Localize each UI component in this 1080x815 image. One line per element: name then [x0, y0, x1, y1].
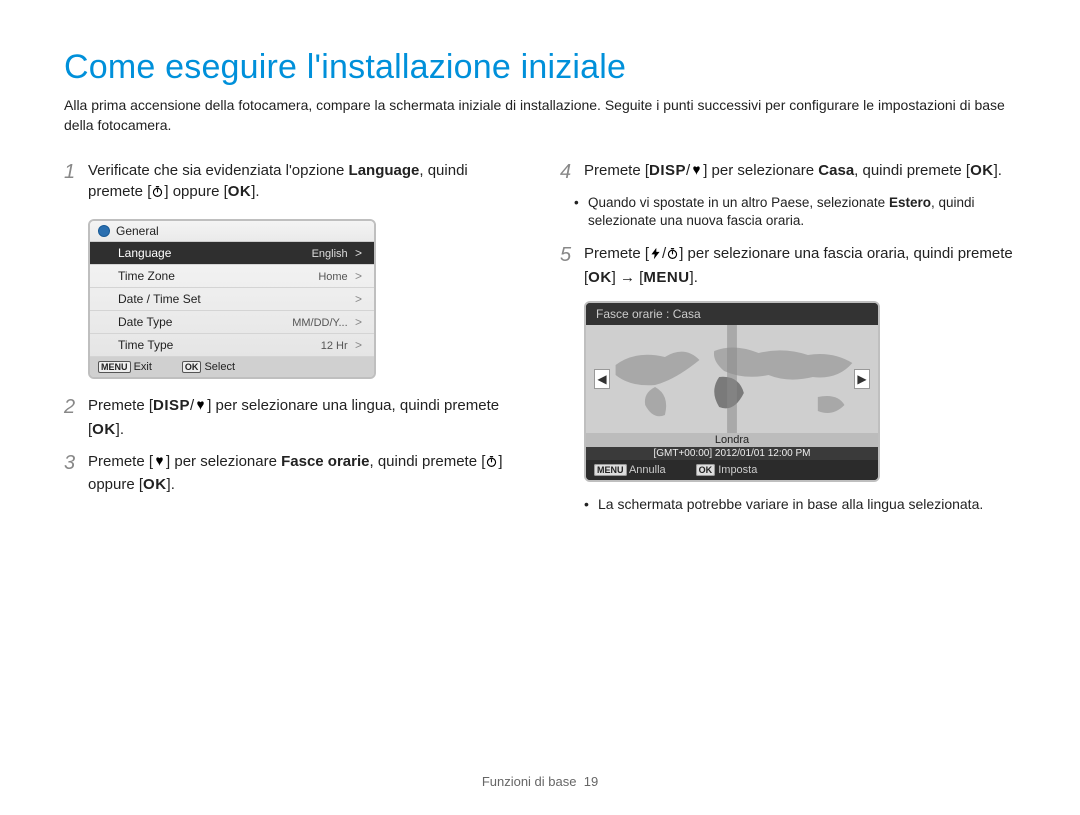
step-number: 1 [64, 160, 88, 206]
cam-row-datetype: Date Type MM/DD/Y... > [90, 311, 374, 334]
camera-settings-screenshot: General Language English > Time Zone Hom… [88, 219, 376, 379]
cam-row-timetype: Time Type 12 Hr > [90, 334, 374, 357]
disp-key: DISP [649, 162, 686, 179]
cam-screen-footer: MENU Exit OK Select [90, 357, 374, 377]
timer-icon [666, 245, 679, 267]
step-text: Verificate che sia evidenziata l'opzione [88, 162, 349, 179]
right-arrow-icon: ▶ [854, 369, 870, 389]
intro-text: Alla prima accensione della fotocamera, … [64, 95, 1016, 136]
gear-icon [98, 225, 110, 237]
ok-key: OK [970, 162, 994, 179]
language-label: Language [349, 162, 420, 179]
tz-header: Fasce orarie : Casa [586, 303, 878, 325]
left-arrow-icon: ◀ [594, 369, 610, 389]
step-number: 2 [64, 395, 88, 441]
tz-footer: MENU Annulla OK Imposta [586, 460, 878, 480]
step-number: 4 [560, 160, 584, 184]
step-1: 1 Verificate che sia evidenziata l'opzio… [64, 160, 520, 206]
fasce-orarie-label: Fasce orarie [281, 453, 369, 470]
page-title: Come eseguire l'installazione iniziale [64, 48, 1016, 87]
cam-row-datetime: Date / Time Set > [90, 288, 374, 311]
macro-icon [153, 453, 166, 475]
cam-row-language: Language English > [90, 242, 374, 265]
timer-icon [485, 453, 498, 475]
ok-key: OK [143, 476, 167, 493]
menu-key: MENU [643, 269, 689, 286]
step-3: 3 Premete [] per selezionare Fasce orari… [64, 451, 520, 497]
step-4-note: Quando vi spostate in un altro Paese, se… [560, 194, 1016, 232]
casa-label: Casa [818, 162, 854, 179]
tz-time: [GMT+00:00] 2012/01/01 12:00 PM [586, 447, 878, 460]
ok-key: OK [588, 269, 612, 286]
timezone-map-screenshot: Fasce orarie : Casa ◀ ▶ Londra [G [584, 301, 880, 482]
cam-row-timezone: Time Zone Home > [90, 265, 374, 288]
macro-icon [690, 162, 703, 184]
step-number: 3 [64, 451, 88, 497]
step-5: 5 Premete [/] per selezionare una fascia… [560, 243, 1016, 289]
ok-key: OK [92, 421, 116, 438]
cam-screen-header: General [90, 221, 374, 242]
timer-icon [151, 183, 164, 205]
estero-label: Estero [889, 195, 931, 210]
disp-key: DISP [153, 397, 190, 414]
step-2: 2 Premete [DISP/] per selezionare una li… [64, 395, 520, 441]
step-number: 5 [560, 243, 584, 289]
ok-key: OK [228, 183, 252, 200]
flash-icon [649, 245, 662, 267]
step-4: 4 Premete [DISP/] per selezionare Casa, … [560, 160, 1016, 184]
page-footer: Funzioni di base 19 [0, 774, 1080, 789]
final-note: La schermata potrebbe variare in base al… [584, 496, 1016, 512]
tz-city: Londra [586, 433, 878, 447]
world-map: ◀ ▶ [586, 325, 878, 433]
macro-icon [194, 397, 207, 419]
